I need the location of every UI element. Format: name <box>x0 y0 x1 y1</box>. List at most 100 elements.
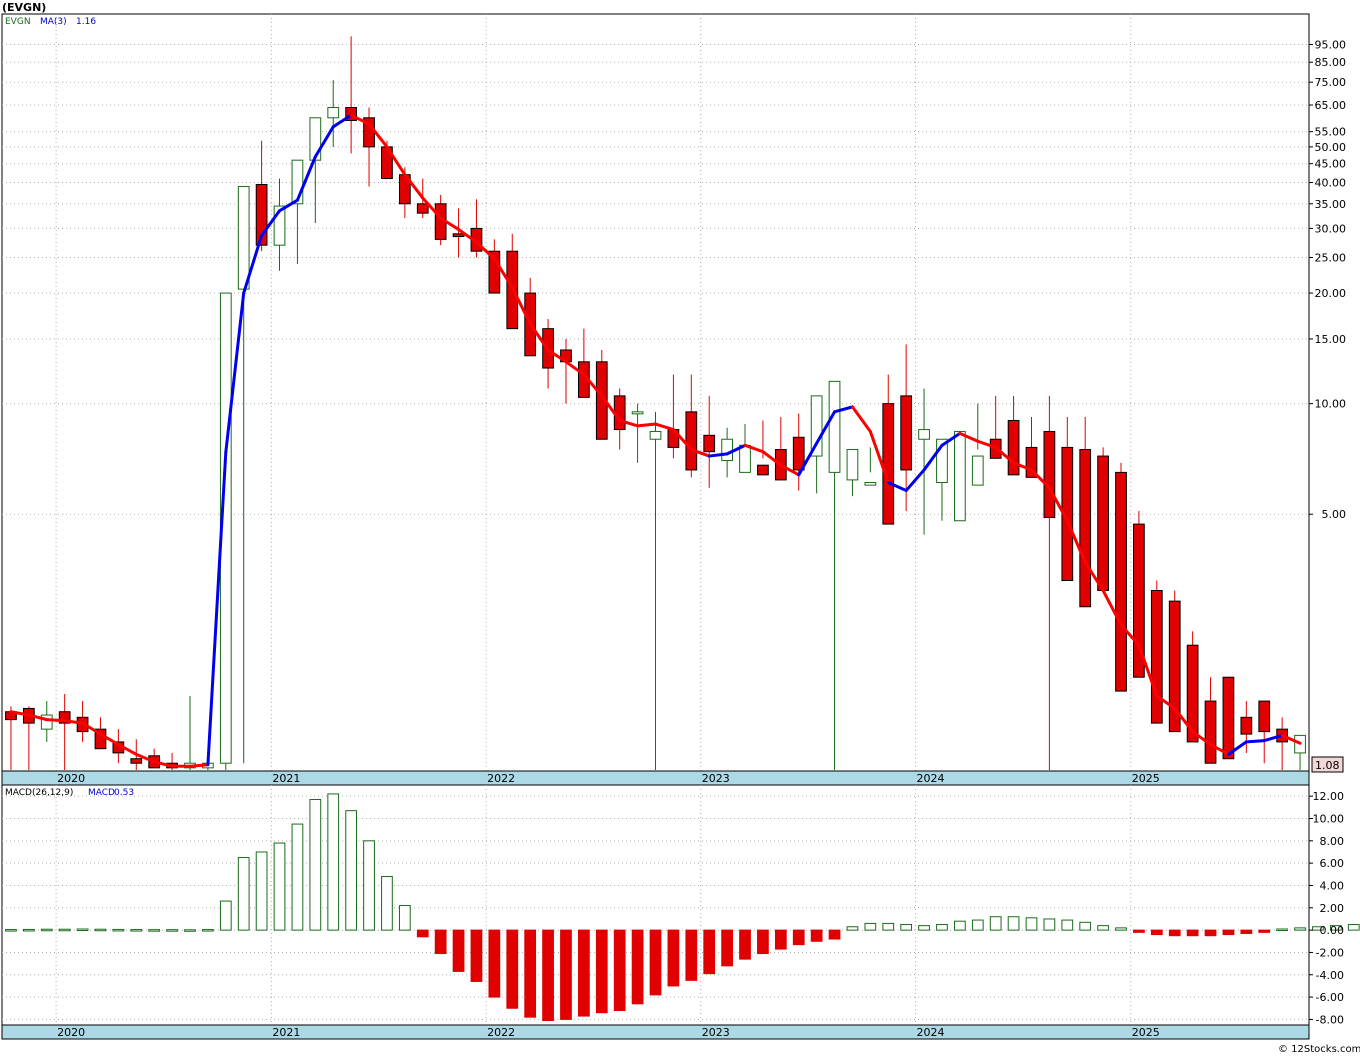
macd-year-label: 2020 <box>57 1026 85 1039</box>
macd-y-tick-label: 0.00 <box>1320 924 1345 937</box>
ma-segment <box>1244 739 1266 744</box>
candle-body-down <box>613 395 626 431</box>
price-y-tick-label: 95.00 <box>1315 38 1347 51</box>
candle-body-down <box>685 411 698 471</box>
price-y-tick-label: 55.00 <box>1315 126 1347 139</box>
macd-y-tick-label: 8.00 <box>1320 835 1345 848</box>
price-year-label: 2023 <box>702 772 730 785</box>
macd-bar-negative <box>1204 929 1217 937</box>
macd-year-label: 2025 <box>1132 1026 1160 1039</box>
candle-body-down <box>1115 471 1127 692</box>
price-y-tick-label: 40.00 <box>1315 176 1347 189</box>
candle-body-down <box>757 464 769 476</box>
candle-body-down <box>1007 419 1020 476</box>
price-y-tick-label: 50.00 <box>1315 141 1347 154</box>
candle-body-up <box>953 430 966 522</box>
price-y-tick-label: 75.00 <box>1315 76 1347 89</box>
macd-year-label: 2024 <box>916 1026 944 1039</box>
macd-bar-negative <box>721 929 733 967</box>
macd-bar-negative <box>1168 929 1181 937</box>
macd-bar-negative <box>1150 929 1163 936</box>
candle-body-down <box>1240 716 1253 735</box>
price-year-label: 2024 <box>916 772 944 785</box>
macd-bar-negative <box>542 929 554 1022</box>
macd-year-label: 2022 <box>487 1026 515 1039</box>
macd-bar-positive <box>58 928 71 932</box>
macd-bar-positive <box>202 929 214 932</box>
candle-body-down <box>1222 676 1235 760</box>
chart-svg: (EVGN) EVGN MA(3) 1.16 20192020202120222… <box>1 1 1360 1055</box>
macd-bar-negative <box>560 929 572 1020</box>
macd-bar-negative <box>1240 929 1253 934</box>
macd-bar-positive <box>1061 919 1074 931</box>
macd-y-tick-label: -4.00 <box>1316 969 1344 982</box>
price-y-tick-label: 20.00 <box>1315 287 1347 300</box>
candle-body-up <box>739 444 751 473</box>
macd-bar-negative <box>613 929 626 1011</box>
macd-bar-positive <box>76 928 89 931</box>
candle-body-down <box>1150 589 1163 724</box>
macd-bar-positive <box>5 929 17 932</box>
candle-body-down <box>1258 700 1271 733</box>
macd-bar-positive <box>148 929 161 932</box>
candle-body-down <box>416 203 429 214</box>
price-year-label: 2021 <box>272 772 300 785</box>
price-year-label: 2020 <box>57 772 85 785</box>
macd-bar-positive <box>291 823 304 931</box>
candle-body-up <box>327 106 340 119</box>
last-price-label: 1.08 <box>1315 759 1340 772</box>
price-y-axis: 95.00 85.00 75.00 65.00 55.00 50.00 45.00 40.00… <box>1309 38 1346 521</box>
macd-legend-value: 0.53 <box>114 788 134 798</box>
candle-body-down <box>703 434 716 453</box>
macd-bar-positive <box>398 905 411 931</box>
macd-bar-positive <box>1115 927 1127 931</box>
macd-bar-negative <box>649 929 662 996</box>
macd-bar-positive <box>94 928 107 932</box>
macd-bar-positive <box>184 929 196 932</box>
macd-year-label: 2023 <box>702 1026 730 1039</box>
price-y-tick-label: 45.00 <box>1315 158 1347 171</box>
macd-bar-negative <box>631 929 644 1005</box>
macd-y-tick-label: 6.00 <box>1320 857 1345 870</box>
macd-y-axis: 12.00 10.00 8.00 6.00 4.00 2.00 0.00 -2.00 -4.00… <box>1309 790 1344 1026</box>
macd-bar-positive <box>130 929 143 932</box>
macd-bar-positive <box>953 920 966 931</box>
macd-bar-negative <box>488 929 501 998</box>
macd-bar-negative <box>685 929 698 981</box>
macd-bar-positive <box>846 926 859 931</box>
price-legend-ticker: EVGN <box>5 17 31 27</box>
macd-bar-positive <box>882 922 895 931</box>
macd-bar-negative <box>828 929 841 940</box>
macd-bar-negative <box>506 929 519 1009</box>
candle-body-up <box>918 429 930 440</box>
candle-body-up <box>828 380 841 473</box>
price-y-tick-label: 10.00 <box>1315 398 1347 411</box>
macd-bar-positive <box>237 857 250 931</box>
candle-body-down <box>130 758 143 764</box>
macd-bar-positive <box>166 929 178 932</box>
candle-body-down <box>1079 449 1092 608</box>
macd-bar-positive <box>918 925 930 931</box>
macd-bar-negative <box>524 929 537 1018</box>
macd-bar-negative <box>792 929 805 946</box>
candle-body-up <box>237 186 250 290</box>
candle-body-down <box>1043 430 1056 518</box>
macd-bar-negative <box>774 929 787 950</box>
price-legend-value: 1.16 <box>76 17 96 27</box>
chart-title: (EVGN) <box>2 1 46 14</box>
candle-body-down <box>1097 455 1109 591</box>
macd-bar-positive <box>1007 916 1020 931</box>
macd-bar-negative <box>1258 929 1271 933</box>
macd-y-tick-label: 4.00 <box>1320 879 1345 892</box>
candle-body-up <box>846 449 859 481</box>
macd-bar-positive <box>936 924 948 931</box>
macd-bar-negative <box>595 929 608 1014</box>
macd-year-label: 2021 <box>272 1026 300 1039</box>
price-date-strip <box>1 770 1310 786</box>
chart-root: (EVGN) EVGN MA(3) 1.16 20192020202120222… <box>0 0 1360 1056</box>
candle-body-up <box>864 482 877 486</box>
macd-date-strip <box>1 1024 1310 1040</box>
ma-segment <box>45 718 67 723</box>
macd-bar-positive <box>273 842 286 931</box>
price-y-tick-label: 15.00 <box>1315 333 1347 346</box>
